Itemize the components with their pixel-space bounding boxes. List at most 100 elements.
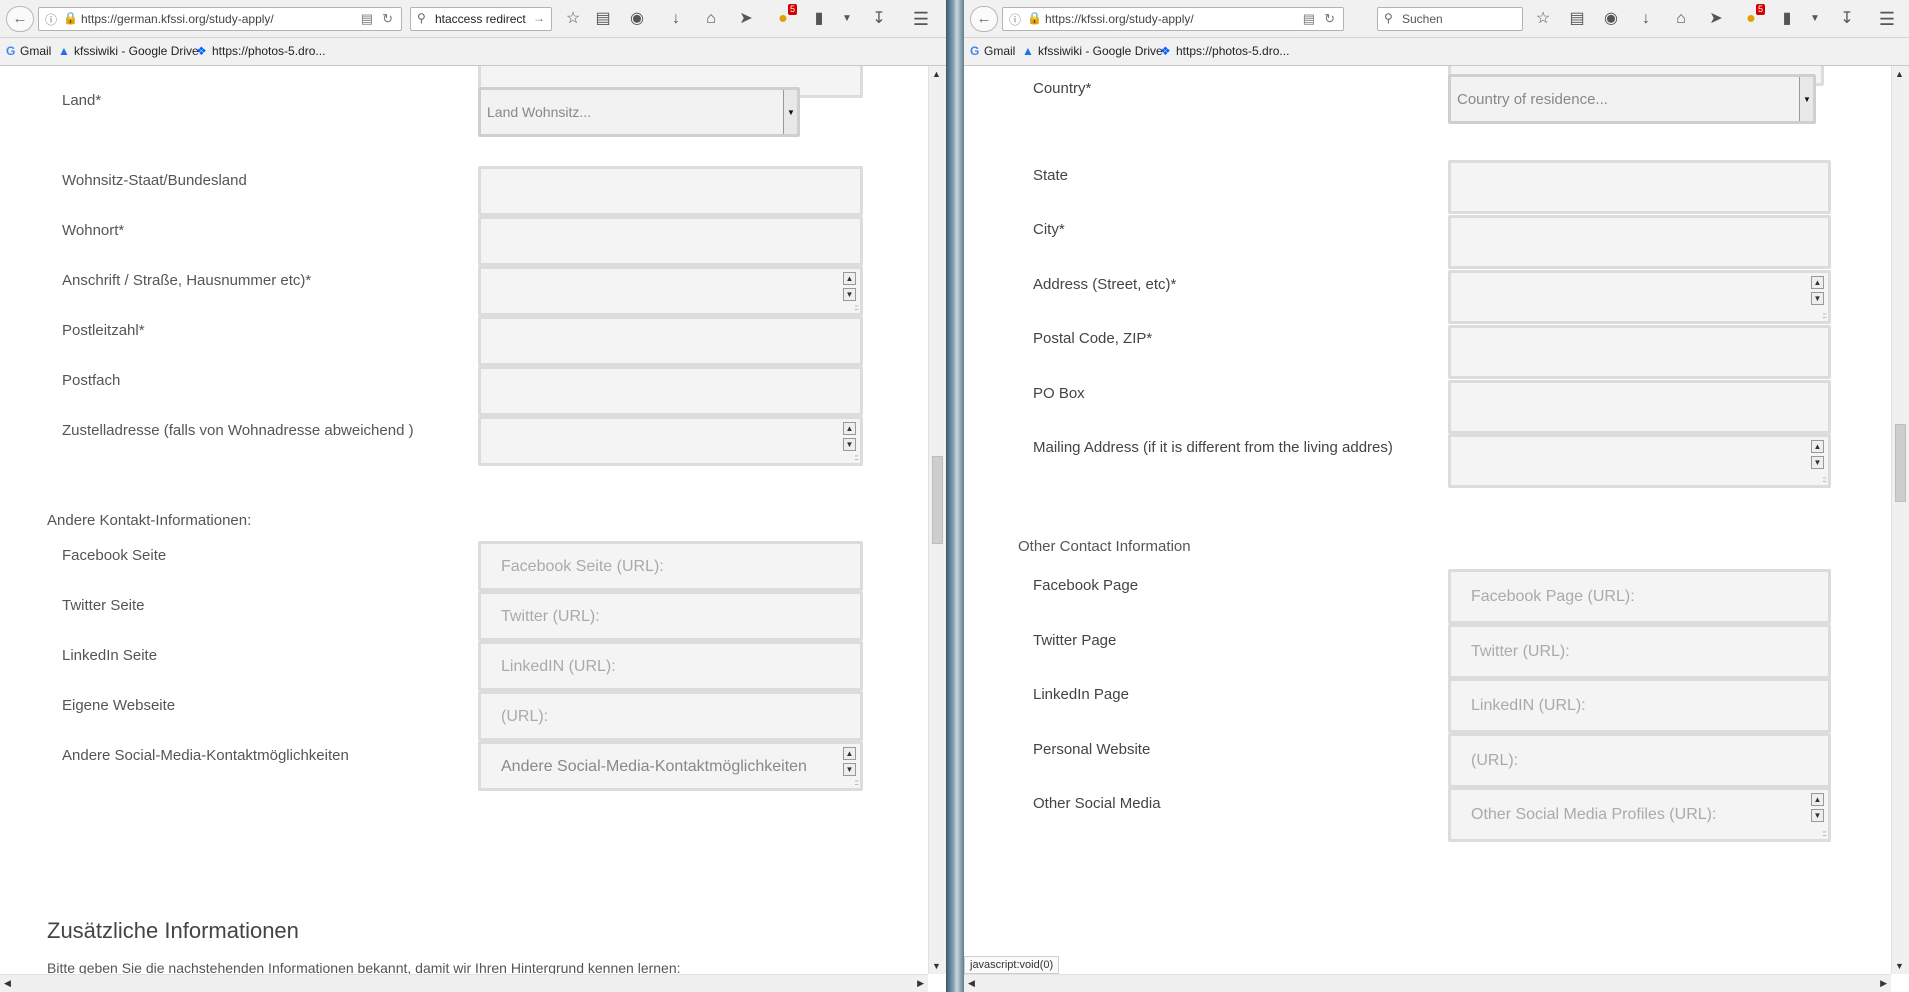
textarea-scroll[interactable]: ▲ ▼	[1811, 793, 1824, 831]
resize-grip-icon[interactable]: :::	[1822, 475, 1827, 484]
extension-icon[interactable]: ● 5	[1740, 4, 1765, 29]
state-input[interactable]	[478, 166, 863, 216]
home-icon[interactable]: ⌂	[700, 9, 722, 29]
bookmark-star-icon[interactable]: ☆	[562, 9, 584, 29]
website-input[interactable]: (URL):	[478, 691, 863, 741]
scroll-thumb[interactable]	[932, 456, 943, 544]
resize-grip-icon[interactable]: :::	[1822, 829, 1827, 838]
mailing-textarea[interactable]: ▲ ▼ :::	[1448, 434, 1831, 488]
scroll-up-icon[interactable]: ▲	[932, 69, 941, 79]
scroll-left-icon[interactable]: ◀	[968, 978, 975, 989]
bookmarks-list-icon[interactable]: ▤	[592, 9, 614, 29]
url-bar[interactable]: ⓘ 🔒 https://german.kfssi.org/study-apply…	[38, 7, 402, 31]
zip-input[interactable]	[1448, 325, 1831, 379]
mailing-label: Mailing Address (if it is different from…	[1033, 439, 1393, 456]
state-label: State	[1033, 167, 1069, 184]
social-textarea[interactable]: Other Social Media Profiles (URL): ▲ ▼ ::…	[1448, 787, 1831, 842]
chevron-down-icon[interactable]: ▼	[1799, 77, 1813, 121]
scroll-left-icon[interactable]: ◀	[4, 978, 11, 989]
resize-grip-icon[interactable]: :::	[854, 778, 859, 787]
downloads-icon[interactable]: ↓	[1635, 9, 1657, 29]
vertical-scrollbar[interactable]: ▲ ▼	[928, 66, 946, 974]
resize-grip-icon[interactable]: :::	[854, 303, 859, 312]
twitter-input[interactable]: Twitter (URL):	[1448, 624, 1831, 679]
send-icon[interactable]: ➤	[735, 9, 757, 29]
horizontal-scrollbar[interactable]: ◀ ▶	[0, 974, 928, 992]
bookmark-gmail[interactable]: G Gmail	[6, 44, 51, 58]
zip-input[interactable]	[478, 316, 863, 366]
menu-icon[interactable]: ☰	[910, 9, 932, 29]
facebook-input[interactable]: Facebook Seite (URL):	[478, 541, 863, 591]
chevron-down-icon[interactable]: ▼	[783, 90, 797, 134]
back-button[interactable]: ←	[970, 6, 998, 32]
info-icon[interactable]: ⓘ	[45, 11, 57, 28]
bookmark-drive[interactable]: ▲ kfssiwiki - Google Drive	[58, 44, 199, 58]
linkedin-input[interactable]: LinkedIN (URL):	[478, 641, 863, 691]
page-content: Land* Land Wohnsitz... ▼ Wohnsitz-Staat/…	[0, 66, 928, 974]
horizontal-scrollbar[interactable]: ◀ ▶	[964, 974, 1891, 992]
address-textarea[interactable]: ▲ ▼ :::	[478, 266, 863, 316]
downloads-icon[interactable]: ↓	[665, 9, 687, 29]
send-icon[interactable]: ➤	[1705, 9, 1727, 29]
bookmark-dropbox[interactable]: ❖ https://photos-5.dro...	[1160, 44, 1289, 58]
facebook-input[interactable]: Facebook Page (URL):	[1448, 569, 1831, 624]
social-textarea[interactable]: Andere Social-Media-Kontaktmöglichkeiten…	[478, 741, 863, 791]
pocket-icon[interactable]: ◉	[1600, 9, 1622, 29]
reload-icon[interactable]: ↻	[382, 11, 393, 27]
country-select[interactable]: Land Wohnsitz... ▼	[478, 87, 800, 137]
twitter-input[interactable]: Twitter (URL):	[478, 591, 863, 641]
textarea-scroll[interactable]: ▲ ▼	[1811, 440, 1824, 478]
pobox-input[interactable]	[478, 366, 863, 416]
bookmark-drive[interactable]: ▲ kfssiwiki - Google Drive	[1022, 44, 1163, 58]
country-select[interactable]: Country of residence... ▼	[1448, 74, 1816, 124]
city-input[interactable]	[478, 216, 863, 266]
linkedin-label: LinkedIn Page	[1033, 686, 1129, 703]
linkedin-input[interactable]: LinkedIN (URL):	[1448, 678, 1831, 733]
website-input[interactable]: (URL):	[1448, 733, 1831, 788]
scroll-right-icon[interactable]: ▶	[917, 978, 924, 989]
bookmarks-list-icon[interactable]: ▤	[1566, 9, 1588, 29]
save-icon[interactable]: ↧	[868, 9, 890, 29]
pobox-input[interactable]	[1448, 380, 1831, 434]
scroll-up-icon[interactable]: ▲	[1895, 69, 1904, 79]
city-input[interactable]	[1448, 215, 1831, 269]
reader-view-icon[interactable]: ▤	[361, 11, 373, 27]
mailing-textarea[interactable]: ▲ ▼ :::	[478, 416, 863, 466]
textarea-scroll[interactable]: ▲ ▼	[1811, 276, 1824, 314]
scroll-thumb[interactable]	[1895, 424, 1906, 502]
info-icon[interactable]: ⓘ	[1009, 11, 1021, 28]
zip-label: Postleitzahl*	[62, 322, 145, 339]
drive-icon: ▲	[1022, 44, 1034, 58]
state-input[interactable]	[1448, 160, 1831, 214]
clipboard-icon[interactable]: ▮	[1776, 9, 1798, 29]
back-button[interactable]: ←	[6, 6, 34, 32]
scroll-down-icon[interactable]: ▼	[932, 961, 941, 971]
home-icon[interactable]: ⌂	[1670, 9, 1692, 29]
reader-view-icon[interactable]: ▤	[1303, 11, 1315, 27]
search-go-icon[interactable]: →	[533, 11, 545, 25]
url-bar[interactable]: ⓘ 🔒 https://kfssi.org/study-apply/ ▤ ↻	[1002, 7, 1344, 31]
scroll-right-icon[interactable]: ▶	[1880, 978, 1887, 989]
bookmark-star-icon[interactable]: ☆	[1532, 9, 1554, 29]
reload-icon[interactable]: ↻	[1324, 11, 1335, 27]
resize-grip-icon[interactable]: :::	[854, 453, 859, 462]
vertical-scrollbar[interactable]: ▲ ▼	[1891, 66, 1909, 974]
window-divider	[946, 0, 964, 992]
bookmark-dropbox[interactable]: ❖ https://photos-5.dro...	[196, 44, 325, 58]
menu-icon[interactable]: ☰	[1876, 9, 1898, 29]
extension-icon[interactable]: ● 5	[772, 4, 797, 29]
save-icon[interactable]: ↧	[1836, 9, 1858, 29]
dropdown-arrow-icon[interactable]: ▼	[836, 9, 858, 29]
bookmark-gmail[interactable]: G Gmail	[970, 44, 1015, 58]
clipboard-icon[interactable]: ▮	[808, 9, 830, 29]
additional-heading: Zusätzliche Informationen	[47, 918, 299, 943]
scroll-down-icon[interactable]: ▼	[1895, 961, 1904, 971]
resize-grip-icon[interactable]: :::	[1822, 311, 1827, 320]
contact-heading: Andere Kontakt-Informationen:	[47, 512, 252, 529]
search-bar[interactable]: ⚲ htaccess redirect →	[410, 7, 552, 31]
mailing-label: Zustelladresse (falls von Wohnadresse ab…	[62, 422, 414, 439]
address-textarea[interactable]: ▲ ▼ :::	[1448, 270, 1831, 324]
search-bar[interactable]: ⚲ Suchen	[1377, 7, 1523, 31]
pocket-icon[interactable]: ◉	[626, 9, 648, 29]
dropdown-arrow-icon[interactable]: ▼	[1804, 9, 1826, 29]
